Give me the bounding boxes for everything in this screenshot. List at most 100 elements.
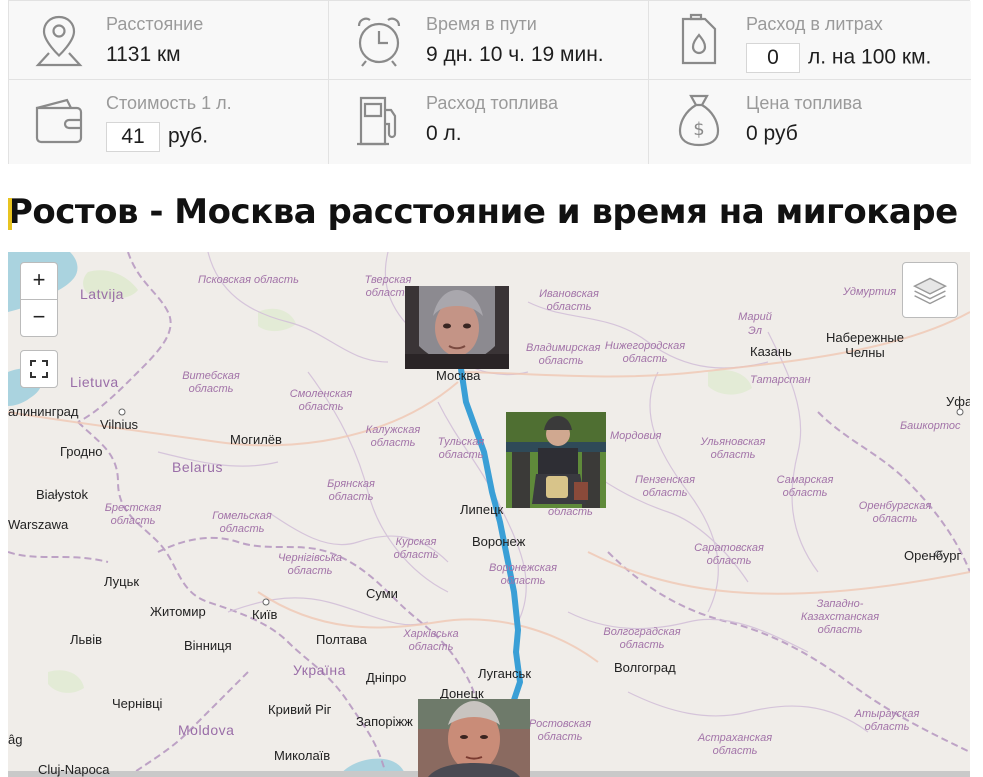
route-map[interactable]: Latvija Lietuva Belarus Україна Moldova …	[8, 252, 970, 777]
city-label-zhytomyr: Житомир	[150, 604, 206, 619]
region-label: Пензенская область	[635, 474, 695, 499]
city-label-poltava: Полтава	[316, 632, 367, 647]
city-label-chernivtsi: Чернівці	[112, 696, 163, 711]
person-photo-icon	[405, 286, 509, 369]
city-label-volgograd: Волгоград	[614, 660, 676, 675]
consumption-input[interactable]: 0	[746, 43, 800, 73]
region-label: Саратовская область	[694, 542, 764, 567]
price-per-liter-suffix: руб.	[168, 124, 209, 148]
city-label-grodno: Гродно	[60, 444, 103, 459]
city-label-lviv: Львів	[70, 632, 103, 647]
city-label-dnipro: Дніпро	[366, 670, 407, 685]
region-label: Чернігівська область	[277, 552, 343, 577]
fuel-total-cell: Расход топлива 0 л.	[329, 80, 649, 164]
fuel-canister-icon	[669, 11, 729, 71]
region-label: Витебская область	[182, 370, 240, 395]
region-label: Гомельская область	[212, 510, 272, 535]
region-label: Курская область	[393, 536, 439, 561]
price-per-liter-label: Стоимость 1 л.	[106, 93, 232, 113]
alarm-clock-icon	[349, 11, 409, 71]
consumption-label: Расход в литрах	[746, 14, 883, 34]
fuel-total-value: 0 л.	[426, 122, 462, 145]
city-label-lugansk: Луганськ	[478, 666, 532, 681]
region-label: Псковская область	[198, 274, 299, 286]
fuel-price-value: 0 руб	[746, 122, 798, 145]
region-label: Волгоградская область	[603, 626, 681, 651]
wallet-icon	[29, 90, 89, 150]
marker-photo-mid[interactable]	[506, 412, 606, 508]
region-label-mariy: Марий Эл	[738, 311, 772, 337]
travel-time-label: Время в пути	[426, 14, 537, 34]
region-label: Брестская область	[104, 502, 162, 527]
price-per-liter-input[interactable]: 41	[106, 122, 160, 152]
region-label: Воронежская область	[489, 562, 557, 587]
location-pin-icon	[29, 11, 89, 71]
travel-time-value: 9 дн. 10 ч. 19 мин.	[426, 43, 604, 66]
price-per-liter-value: 41 руб.	[106, 122, 208, 152]
city-label-mogilev: Могилёв	[230, 432, 282, 447]
route-stats-panel: Расстояние 1131 км Время в пути 9 дн. 10…	[8, 0, 971, 164]
price-per-liter-cell: Стоимость 1 л. 41 руб.	[9, 80, 329, 164]
region-label: Астраханская область	[697, 732, 773, 757]
marker-photo-end[interactable]	[418, 699, 530, 777]
city-label-sumy: Суми	[366, 586, 398, 601]
region-label: Тульская область	[437, 436, 485, 461]
zoom-out-button[interactable]: −	[20, 299, 58, 337]
marker-photo-start[interactable]	[405, 286, 509, 369]
zoom-in-button[interactable]: +	[20, 262, 58, 300]
city-label-kyiv: Київ	[252, 607, 278, 622]
region-label: Ульяновская область	[700, 436, 766, 461]
city-label-vilnius: Vilnius	[100, 417, 139, 432]
city-label-naberezhnye: Набережные Челны	[826, 330, 904, 360]
consumption-suffix: л. на 100 км.	[808, 45, 932, 69]
page-title: Ростов - Москва расстояние и время на ми…	[8, 192, 958, 232]
country-label-latvia: Latvija	[80, 286, 124, 302]
money-bag-icon: $	[669, 90, 729, 150]
city-label-lutsk: Луцьк	[104, 574, 140, 589]
country-label-moldova: Moldova	[178, 722, 235, 738]
fullscreen-icon	[30, 360, 48, 378]
fuel-pump-icon	[349, 90, 409, 150]
layers-icon	[912, 277, 948, 305]
distance-cell: Расстояние 1131 км	[9, 1, 329, 80]
region-label: Смоленская область	[289, 388, 353, 413]
region-label: Татарстан	[750, 374, 811, 386]
region-label: Ивановская область	[539, 288, 599, 313]
person-photo-icon	[506, 412, 606, 508]
city-label-zaporizhzhia: Запоріжж	[356, 714, 413, 729]
city-label-ufa: Уфа	[946, 394, 970, 409]
fuel-total-label: Расход топлива	[426, 93, 559, 113]
city-label-lipetsk: Липецк	[460, 502, 504, 517]
country-label-lietuva: Lietuva	[70, 374, 119, 390]
distance-label: Расстояние	[106, 14, 204, 34]
region-label: Самарская область	[776, 474, 834, 499]
city-label-kryvyi: Кривий Ріг	[268, 702, 332, 717]
city-label-bialystok: Białystok	[36, 487, 89, 502]
country-label-ukraina: Україна	[293, 662, 346, 678]
region-label: Ростовская область	[528, 718, 592, 743]
svg-text:$: $	[693, 119, 704, 140]
distance-value: 1131 км	[106, 43, 181, 66]
fullscreen-button[interactable]	[20, 350, 58, 388]
region-label: Западно-Казахстанская область	[800, 598, 880, 636]
title-accent-bar	[8, 198, 12, 230]
region-label: Калужская область	[365, 424, 421, 449]
region-label: Башкортос	[900, 420, 961, 432]
city-label-mykolaiv: Миколаїв	[274, 748, 331, 763]
city-label-moskva: Москва	[436, 368, 481, 383]
city-label-vinnytsia: Вінниця	[184, 638, 232, 653]
region-label: Мордовия	[610, 430, 662, 442]
person-photo-icon	[418, 699, 530, 777]
region-label: Харківська область	[403, 628, 459, 653]
city-label-iag: âg	[8, 732, 23, 747]
consumption-value: 0 л. на 100 км.	[746, 43, 931, 73]
layers-button[interactable]	[902, 262, 958, 318]
region-label: Владимирская область	[526, 342, 601, 367]
region-label: Оренбургская область	[858, 500, 932, 525]
region-label: Брянская область	[327, 478, 375, 503]
city-label-orenburg: Оренбург	[904, 548, 962, 563]
city-label-kaliningrad: алининград	[8, 404, 79, 419]
region-label: Нижегородская область	[604, 340, 686, 365]
consumption-cell: Расход в литрах 0 л. на 100 км.	[649, 1, 971, 80]
city-label-kazan: Казань	[750, 344, 792, 359]
